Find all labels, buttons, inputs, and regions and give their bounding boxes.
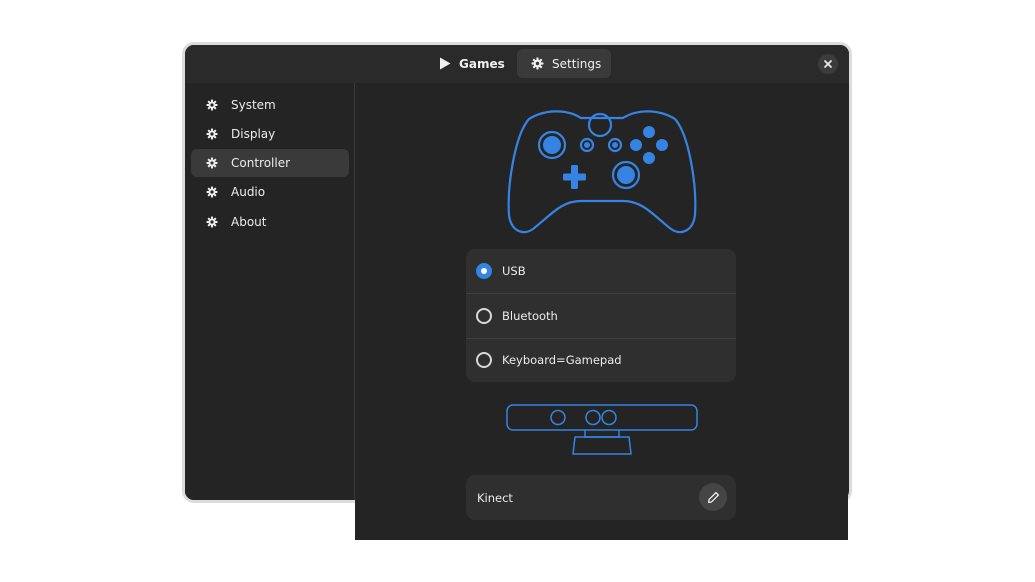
radio-button[interactable] <box>476 308 492 324</box>
connection-options: USB Bluetooth Keyboard=Gamepad <box>466 249 736 382</box>
gear-icon <box>206 216 218 228</box>
sidebar-item-about[interactable]: About <box>191 208 349 236</box>
device-label: Kinect <box>477 490 513 505</box>
option-keyboard-gamepad[interactable]: Keyboard=Gamepad <box>466 338 736 382</box>
option-bluetooth[interactable]: Bluetooth <box>466 294 736 338</box>
sidebar-item-label: About <box>231 215 267 229</box>
device-row-kinect: Kinect <box>466 475 736 520</box>
option-label: USB <box>502 264 526 278</box>
gear-icon <box>206 128 218 140</box>
tab-games[interactable]: Games <box>425 49 511 78</box>
sidebar-item-system[interactable]: System <box>191 91 349 119</box>
gear-icon <box>531 57 544 70</box>
sidebar-item-controller[interactable]: Controller <box>191 149 349 177</box>
tab-games-label: Games <box>459 56 505 71</box>
gamepad-icon <box>507 110 697 234</box>
option-usb[interactable]: USB <box>466 249 736 293</box>
gear-icon <box>206 99 218 111</box>
gear-icon <box>206 157 218 169</box>
sidebar-item-label: Controller <box>231 156 291 170</box>
sidebar-item-audio[interactable]: Audio <box>191 178 349 206</box>
tab-settings-label: Settings <box>552 56 602 71</box>
gear-icon <box>206 186 218 198</box>
radio-button[interactable] <box>476 263 492 279</box>
close-button[interactable] <box>818 54 838 74</box>
sidebar-item-display[interactable]: Display <box>191 120 349 148</box>
radio-button[interactable] <box>476 352 492 368</box>
pencil-icon <box>707 491 719 503</box>
controller-settings-panel: USB Bluetooth Keyboard=Gamepad Kinect <box>355 83 848 540</box>
close-icon <box>824 60 832 68</box>
sidebar-item-label: Audio <box>231 185 266 199</box>
option-label: Keyboard=Gamepad <box>502 353 622 367</box>
option-label: Bluetooth <box>502 309 558 323</box>
header-bar: Games Settings <box>185 45 849 83</box>
tab-settings[interactable]: Settings <box>517 49 611 78</box>
sidebar: System Display Controller Audio About <box>185 83 354 500</box>
kinect-sensor-icon <box>506 404 698 455</box>
sidebar-item-label: Display <box>231 127 276 141</box>
edit-device-button[interactable] <box>699 483 727 511</box>
sidebar-item-label: System <box>231 98 276 112</box>
play-icon <box>440 57 451 70</box>
